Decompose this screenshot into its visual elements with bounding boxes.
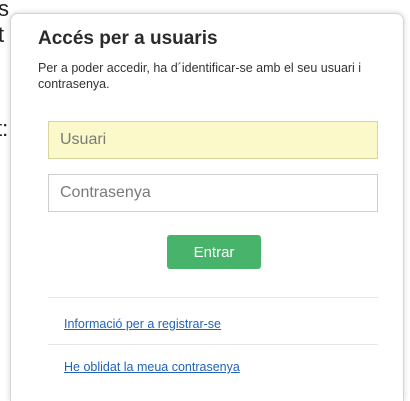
divider xyxy=(48,297,378,298)
dialog-title: Accés per a usuaris xyxy=(38,28,218,49)
password-field[interactable] xyxy=(48,174,378,212)
username-field[interactable] xyxy=(48,121,378,159)
dialog-description: Per a poder accedir, ha d´identificar-se… xyxy=(38,61,362,91)
register-info-link[interactable]: Informació per a registrar-se xyxy=(64,317,221,331)
submit-button[interactable]: Entrar xyxy=(167,235,261,269)
background-text-fragment: t xyxy=(0,22,5,47)
background-text-fragment: t: xyxy=(0,116,9,141)
forgot-password-link[interactable]: He oblidat la meua contrasenya xyxy=(64,360,240,374)
divider xyxy=(48,344,378,345)
background-text-fragment: s xyxy=(0,0,9,21)
